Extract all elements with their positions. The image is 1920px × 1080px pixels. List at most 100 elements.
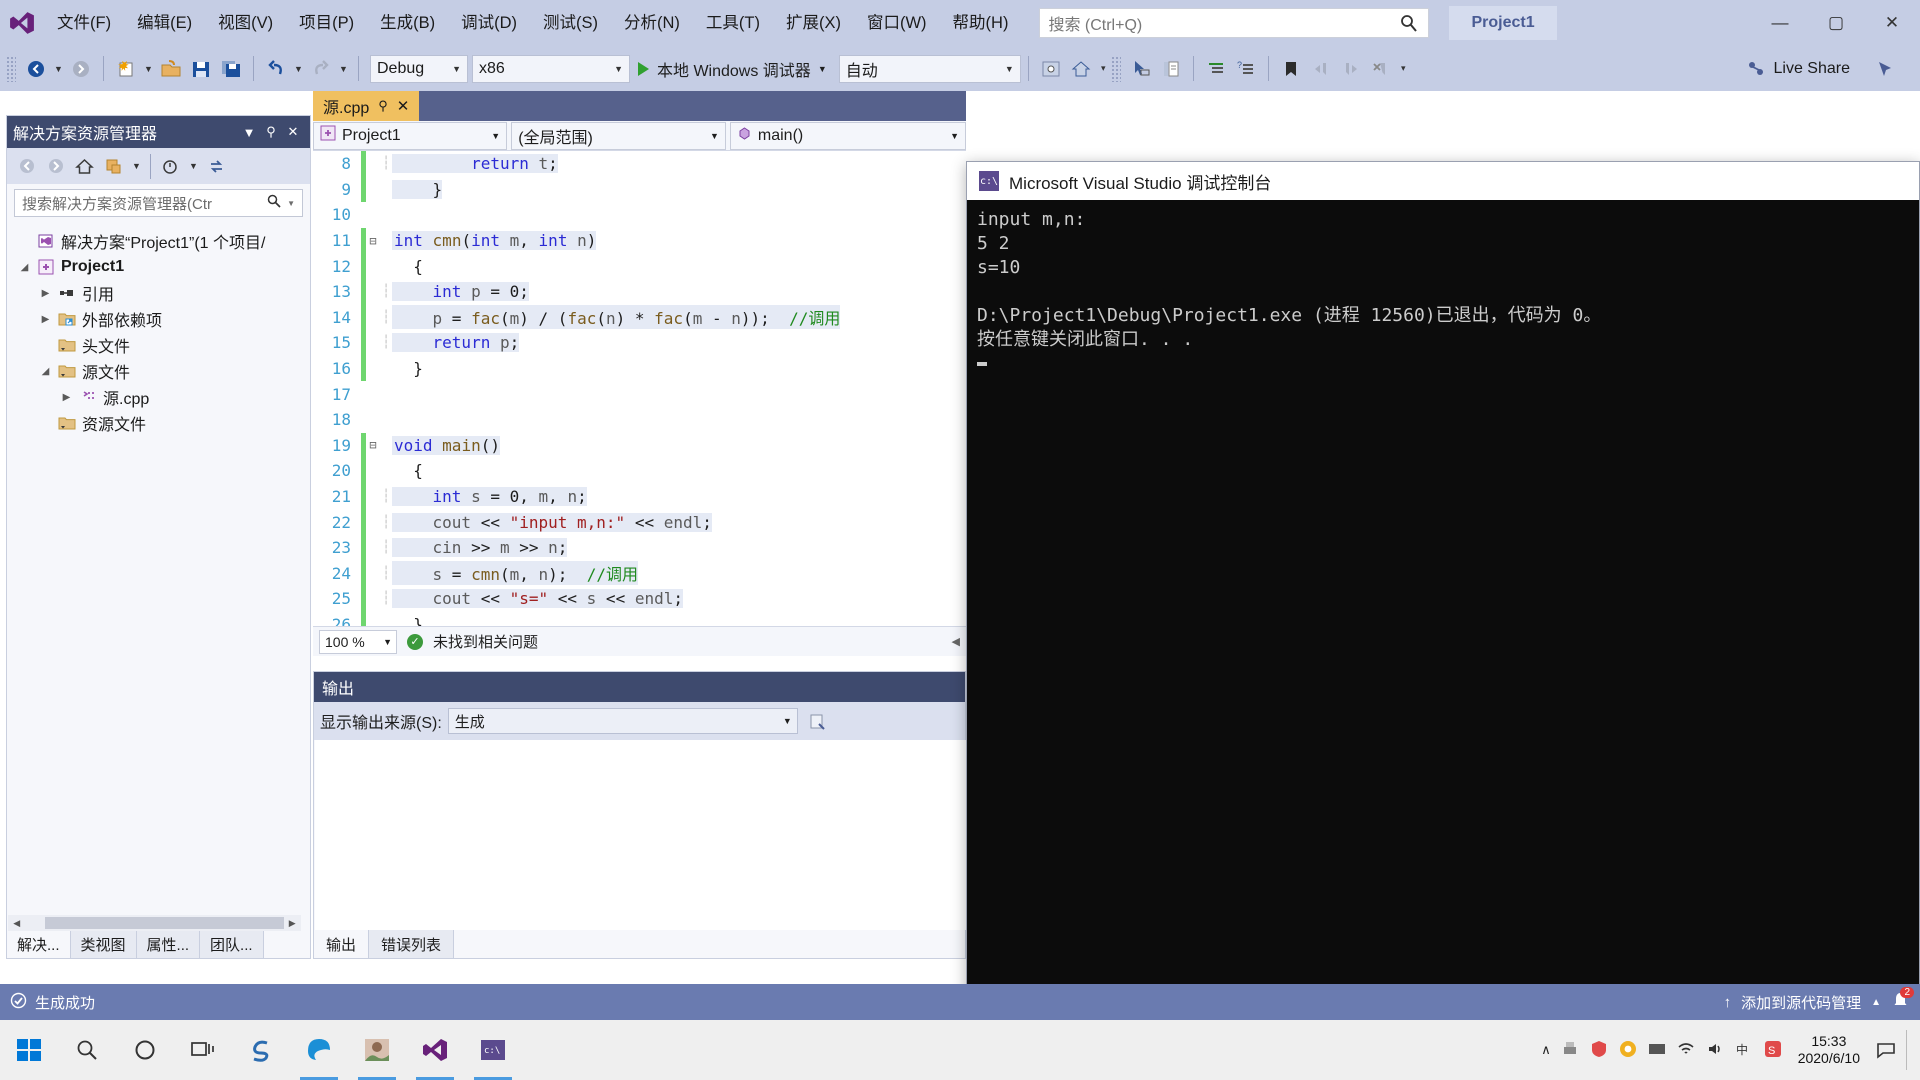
- code-line[interactable]: 26 }: [313, 611, 966, 626]
- solution-platform-combo[interactable]: x86 ▼: [472, 54, 630, 83]
- tree-item[interactable]: ◢ Project1: [15, 254, 310, 280]
- clear-output-icon[interactable]: [804, 708, 831, 735]
- code-line[interactable]: 11 ⊟ int cmn(int m, int n): [313, 227, 966, 254]
- action-center-icon[interactable]: [1875, 1038, 1897, 1063]
- tray-expand-icon[interactable]: ∧: [1541, 1042, 1551, 1058]
- code-line[interactable]: 16 }: [313, 355, 966, 382]
- select-pointer-icon[interactable]: [1126, 54, 1156, 84]
- collapse-arrow-icon[interactable]: ◢: [36, 366, 55, 377]
- start-button[interactable]: [0, 1020, 58, 1080]
- app-console-icon[interactable]: c:\: [464, 1020, 522, 1080]
- code-line[interactable]: 14 ┆ p = fac(m) / (fac(n) * fac(m - n)); …: [313, 304, 966, 331]
- output-bottom-tab[interactable]: 输出: [314, 930, 370, 958]
- menu-edit[interactable]: 编辑(E): [124, 0, 205, 46]
- menu-file[interactable]: 文件(F): [44, 0, 124, 46]
- preview-changes-icon[interactable]: [1036, 54, 1066, 84]
- notifications-icon[interactable]: 2: [1891, 986, 1914, 1014]
- previous-bookmark-icon[interactable]: [1306, 54, 1336, 84]
- pin-icon[interactable]: ⚲: [260, 124, 282, 140]
- quick-search-input[interactable]: 搜索 (Ctrl+Q): [1039, 8, 1430, 38]
- forward-icon[interactable]: [42, 153, 69, 180]
- pin-icon[interactable]: ⚲: [378, 98, 388, 114]
- search-taskbar-icon[interactable]: [58, 1020, 116, 1080]
- tray-display-icon[interactable]: [1647, 1039, 1667, 1062]
- tree-item[interactable]: ▶ 源.cpp: [15, 384, 310, 410]
- uncomment-block-icon[interactable]: ?: [1231, 54, 1261, 84]
- code-line[interactable]: 23 ┆ cin >> m >> n;: [313, 534, 966, 561]
- chevron-up-icon[interactable]: ▲: [1871, 997, 1881, 1008]
- maximize-button[interactable]: ▢: [1808, 0, 1864, 46]
- clear-bookmarks-icon[interactable]: [1366, 54, 1396, 84]
- live-share-button[interactable]: Live Share: [1746, 59, 1850, 79]
- toolbar-overflow-icon[interactable]: ▾: [1096, 54, 1111, 84]
- home-icon[interactable]: [71, 153, 98, 180]
- app-edge-icon[interactable]: [290, 1020, 348, 1080]
- nav-member-combo[interactable]: main() ▼: [729, 121, 966, 150]
- code-line[interactable]: 8 ┆ return t;: [313, 151, 966, 177]
- pending-changes-icon[interactable]: [157, 153, 184, 180]
- chevron-down-icon[interactable]: ▼: [238, 125, 260, 140]
- menu-build[interactable]: 生成(B): [367, 0, 448, 46]
- tray-chrome-icon[interactable]: [1618, 1039, 1638, 1062]
- expand-arrow-icon[interactable]: ▶: [36, 288, 55, 299]
- close-icon[interactable]: ✕: [282, 124, 304, 140]
- redo-icon[interactable]: [306, 54, 336, 84]
- code-line[interactable]: 17: [313, 381, 966, 407]
- sync-with-active-document-icon[interactable]: [100, 153, 127, 180]
- toolbar-overflow-icon-2[interactable]: ▾: [1396, 54, 1411, 84]
- expand-arrow-icon[interactable]: ▶: [57, 392, 76, 403]
- code-line[interactable]: 18: [313, 407, 966, 433]
- refresh-icon[interactable]: [203, 153, 230, 180]
- show-desktop-button[interactable]: [1906, 1030, 1912, 1070]
- code-line[interactable]: 15 ┆ return p;: [313, 330, 966, 356]
- open-file-icon[interactable]: [156, 54, 186, 84]
- solution-bottom-tab[interactable]: 团队...: [200, 931, 264, 958]
- nav-project-combo[interactable]: Project1 ▼: [313, 121, 508, 150]
- navigate-back-icon[interactable]: [21, 54, 51, 84]
- home-icon[interactable]: [1066, 54, 1096, 84]
- scroll-right-icon[interactable]: ▶: [284, 918, 301, 929]
- save-icon[interactable]: [186, 54, 216, 84]
- save-all-icon[interactable]: [216, 54, 246, 84]
- code-line[interactable]: 10: [313, 202, 966, 228]
- scroll-left-icon[interactable]: ◀: [8, 918, 25, 929]
- menu-analyze[interactable]: 分析(N): [611, 0, 693, 46]
- code-text-area[interactable]: 8 ┆ return t; 9 } 10 11 ⊟ int cmn(int m, int n…: [313, 151, 966, 626]
- menu-view[interactable]: 视图(V): [205, 0, 286, 46]
- task-view-icon[interactable]: [174, 1020, 232, 1080]
- bookmark-icon[interactable]: [1276, 54, 1306, 84]
- navigate-forward-icon[interactable]: [66, 54, 96, 84]
- code-line[interactable]: 9 }: [313, 176, 966, 203]
- app-visual-studio-icon[interactable]: [406, 1020, 464, 1080]
- output-bottom-tab[interactable]: 错误列表: [369, 930, 455, 958]
- code-line[interactable]: 19 ⊟ void main(): [313, 432, 966, 459]
- undo-dropdown-icon[interactable]: ▼: [291, 54, 306, 84]
- debug-console-window[interactable]: c:\ Microsoft Visual Studio 调试控制台 input …: [966, 161, 1920, 1041]
- comment-block-icon[interactable]: [1201, 54, 1231, 84]
- copy-lines-icon[interactable]: [1156, 54, 1186, 84]
- chevron-down-icon[interactable]: ▼: [287, 199, 295, 208]
- output-source-combo[interactable]: 生成 ▼: [447, 708, 798, 734]
- new-project-icon[interactable]: [111, 54, 141, 84]
- tray-network-icon[interactable]: [1676, 1039, 1696, 1062]
- tree-item[interactable]: 解决方案“Project1”(1 个项目/: [15, 228, 310, 254]
- menu-test[interactable]: 测试(S): [530, 0, 611, 46]
- tree-item[interactable]: ◢ 源文件: [15, 358, 310, 384]
- expand-arrow-icon[interactable]: ▶: [36, 314, 55, 325]
- code-line[interactable]: 20 {: [313, 458, 966, 484]
- menu-tools[interactable]: 工具(T): [693, 0, 773, 46]
- tree-item[interactable]: 头文件: [15, 332, 310, 358]
- redo-dropdown-icon[interactable]: ▼: [336, 54, 351, 84]
- toolbar-grip[interactable]: [6, 55, 16, 82]
- code-line[interactable]: 25 ┆ cout << "s=" << s << endl;: [313, 586, 966, 612]
- tray-security-icon[interactable]: [1589, 1039, 1609, 1062]
- debug-target-combo[interactable]: 自动 ▼: [838, 54, 1021, 83]
- close-button[interactable]: ✕: [1864, 0, 1920, 46]
- tree-item[interactable]: ▶ 外部依赖项: [15, 306, 310, 332]
- collapse-region-icon[interactable]: ⊟: [366, 438, 380, 452]
- cortana-icon[interactable]: [116, 1020, 174, 1080]
- document-tab-source-cpp[interactable]: 源.cpp ⚲ ✕: [313, 91, 420, 121]
- next-bookmark-icon[interactable]: [1336, 54, 1366, 84]
- editor-zoom-combo[interactable]: 100 % ▼: [319, 629, 397, 654]
- tray-volume-icon[interactable]: [1705, 1039, 1725, 1062]
